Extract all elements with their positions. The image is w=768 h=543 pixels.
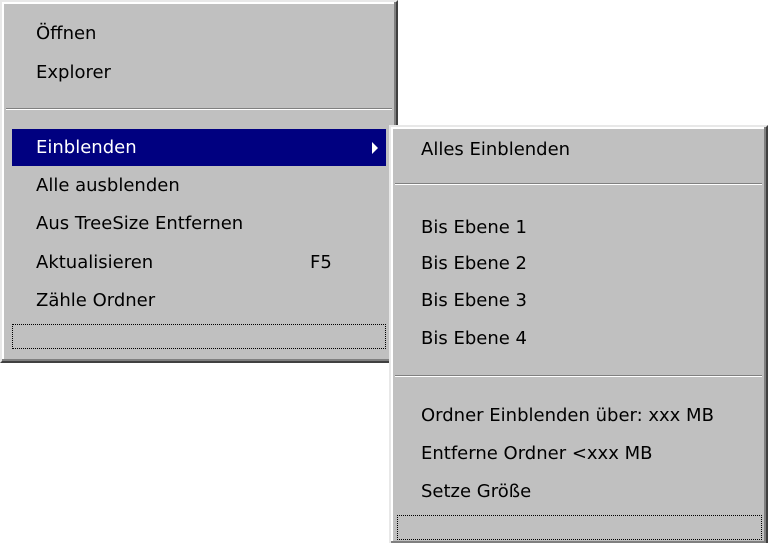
- submenu-item-entferne-ordner[interactable]: Entferne Ordner <xxx MB: [395, 435, 762, 472]
- submenu-arrow-icon: [372, 142, 378, 154]
- menu-item-aus-treesize-entfernen[interactable]: Aus TreeSize Entfernen: [12, 205, 386, 242]
- empty-submenu-item[interactable]: [397, 515, 762, 540]
- menu-item-explorer[interactable]: Explorer: [12, 54, 386, 91]
- menu-item-einblenden[interactable]: Einblenden: [12, 129, 386, 166]
- submenu-item-bis-ebene-1[interactable]: Bis Ebene 1: [395, 209, 762, 246]
- menu-separator: [6, 108, 392, 110]
- menu-item-oeffnen[interactable]: Öffnen: [12, 15, 386, 52]
- submenu-item-bis-ebene-2[interactable]: Bis Ebene 2: [395, 245, 762, 282]
- einblenden-submenu: Alles Einblenden Bis Ebene 1 Bis Ebene 2…: [389, 125, 768, 543]
- submenu-item-bis-ebene-4[interactable]: Bis Ebene 4: [395, 320, 762, 357]
- menu-item-zaehle-ordner[interactable]: Zähle Ordner: [12, 282, 386, 319]
- menu-separator: [395, 183, 762, 185]
- submenu-item-alles-einblenden[interactable]: Alles Einblenden: [395, 131, 762, 168]
- submenu-item-setze-groesse[interactable]: Setze Größe: [395, 473, 762, 510]
- menu-separator: [395, 375, 762, 377]
- shortcut-label: F5: [310, 252, 332, 273]
- submenu-item-bis-ebene-3[interactable]: Bis Ebene 3: [395, 282, 762, 319]
- submenu-item-ordner-einblenden-ueber[interactable]: Ordner Einblenden über: xxx MB: [395, 397, 762, 434]
- menu-item-alle-ausblenden[interactable]: Alle ausblenden: [12, 167, 386, 204]
- menu-item-aktualisieren[interactable]: Aktualisieren F5: [12, 244, 386, 281]
- empty-menu-item[interactable]: [12, 324, 386, 349]
- context-menu: Öffnen Explorer Einblenden Alle ausblend…: [0, 0, 398, 363]
